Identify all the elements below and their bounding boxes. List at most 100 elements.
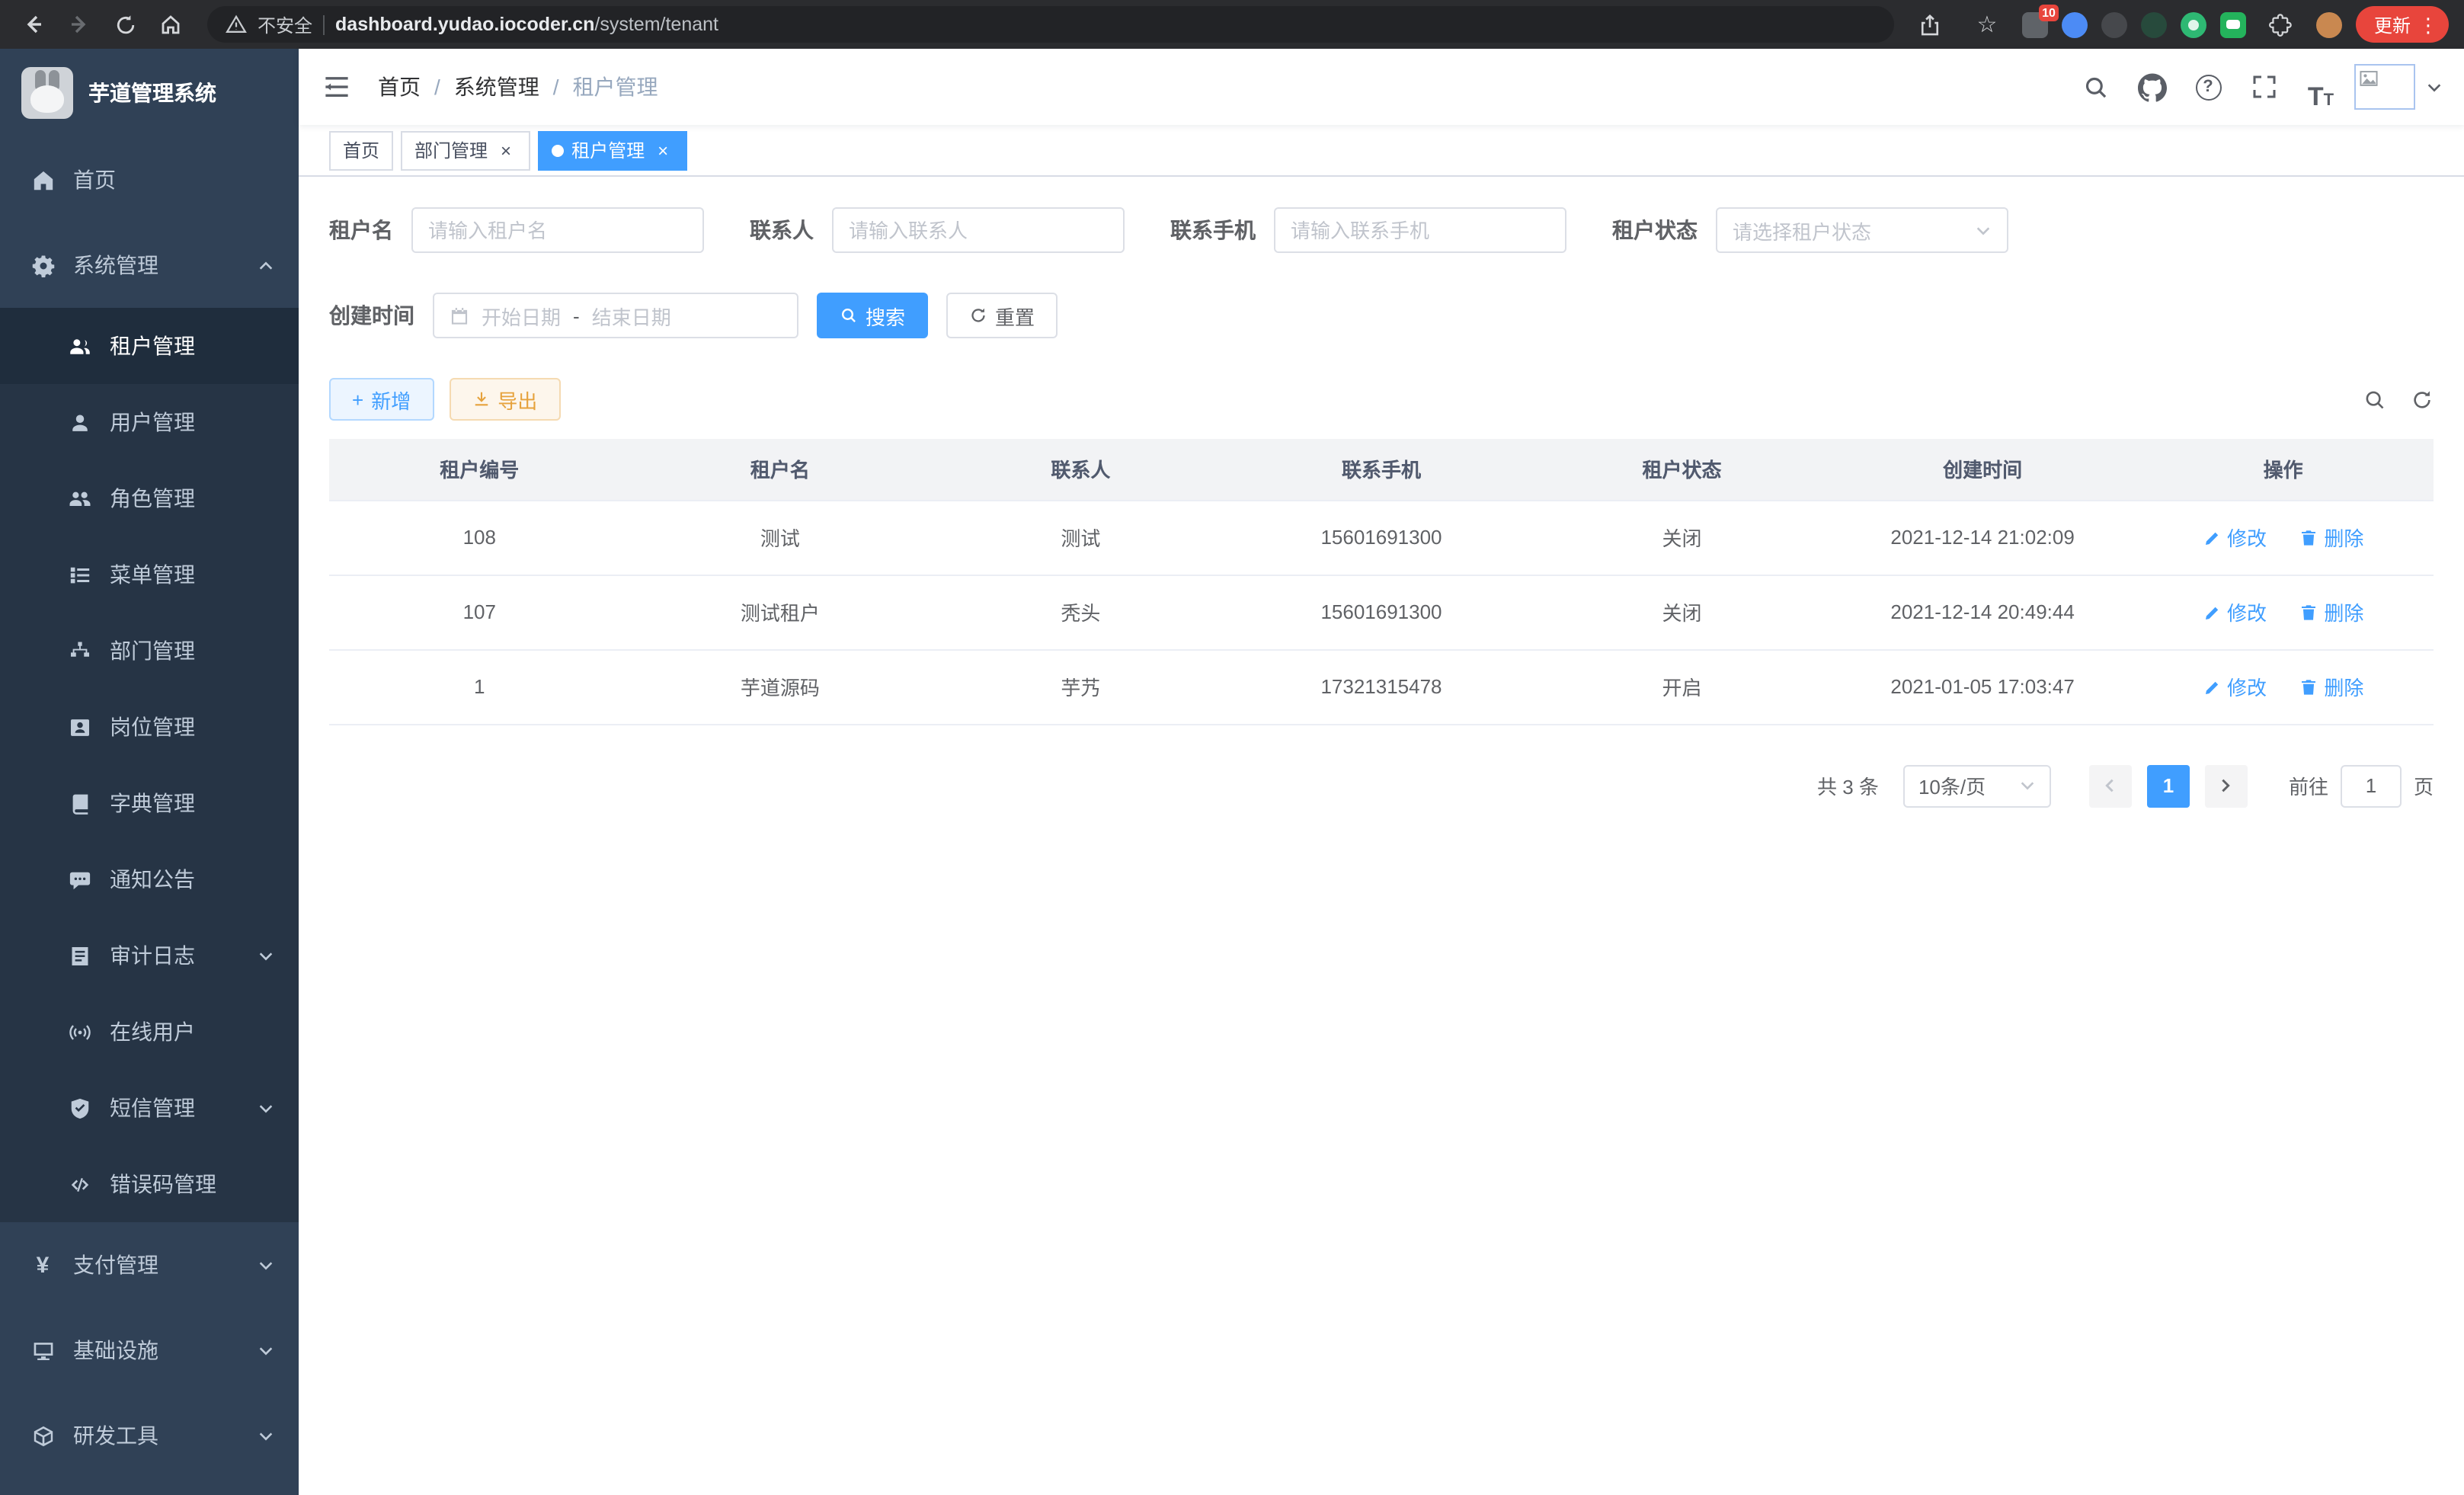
cell-name: 芋道源码: [630, 649, 931, 724]
logo[interactable]: 芋道管理系统: [0, 49, 299, 137]
sidebar-item-system[interactable]: 系统管理: [0, 222, 299, 308]
org-tree-icon: [67, 639, 91, 663]
date-range-picker[interactable]: 开始日期 - 结束日期: [433, 293, 798, 338]
tab-home[interactable]: 首页: [329, 130, 393, 170]
profile-avatar[interactable]: [2316, 11, 2342, 37]
font-size-button[interactable]: TT: [2298, 64, 2344, 110]
sidebar-item-home[interactable]: 首页: [0, 137, 299, 222]
page-number-button[interactable]: 1: [2147, 764, 2190, 807]
chevron-up-icon: [258, 257, 274, 274]
github-button[interactable]: [2129, 64, 2174, 110]
breadcrumb-system[interactable]: 系统管理: [454, 72, 539, 102]
close-icon[interactable]: ×: [495, 139, 517, 161]
sidebar-item-user[interactable]: 用户管理: [0, 384, 299, 460]
reload-button[interactable]: [104, 3, 146, 46]
close-icon[interactable]: ×: [652, 139, 674, 161]
sidebar-item-notice[interactable]: 通知公告: [0, 841, 299, 917]
toggle-search-button[interactable]: [2363, 388, 2386, 411]
filter-label: 联系手机: [1170, 215, 1256, 245]
cell-id: 108: [329, 500, 630, 575]
add-button[interactable]: + 新增: [329, 378, 434, 421]
address-bar[interactable]: 不安全 dashboard.yudao.iocoder.cn/system/te…: [207, 6, 1894, 43]
filter-row-2: 创建时间 开始日期 - 结束日期 搜索: [329, 293, 2434, 338]
page-content: 租户名 联系人 联系手机 租户状态 请选择租户状态: [299, 177, 2464, 1495]
sidebar-item-menu[interactable]: 菜单管理: [0, 536, 299, 613]
goto-page-input[interactable]: [2341, 764, 2402, 807]
goto-label: 前往: [2289, 771, 2328, 800]
sidebar-item-dict[interactable]: 字典管理: [0, 765, 299, 841]
sidebar-item-error-code[interactable]: 错误码管理: [0, 1146, 299, 1222]
avatar-caret-icon[interactable]: [2426, 78, 2443, 95]
edit-link[interactable]: 修改: [2203, 597, 2267, 626]
sidebar-toggle-button[interactable]: [299, 49, 375, 125]
contact-input[interactable]: [849, 219, 1108, 242]
table-row: 107 测试租户 秃头 15601691300 关闭 2021-12-14 20…: [329, 575, 2434, 649]
breadcrumb-home[interactable]: 首页: [378, 72, 421, 102]
delete-link[interactable]: 删除: [2299, 597, 2363, 626]
tenant-name-input[interactable]: [428, 219, 687, 242]
header-search-button[interactable]: [2072, 64, 2118, 110]
home-button[interactable]: [149, 3, 192, 46]
forward-button[interactable]: [58, 3, 101, 46]
reset-button[interactable]: 重置: [946, 293, 1058, 338]
extension-blue-icon[interactable]: [2062, 11, 2088, 37]
page-size-select[interactable]: 10条/页: [1903, 764, 2051, 807]
filter-tenant-name: 租户名: [329, 207, 704, 253]
calendar-icon: [450, 306, 469, 325]
sidebar-item-label: 部门管理: [110, 635, 195, 666]
search-button[interactable]: 搜索: [817, 293, 928, 338]
fullscreen-button[interactable]: [2242, 64, 2287, 110]
delete-link[interactable]: 删除: [2299, 523, 2363, 552]
extension-chat-icon[interactable]: [2220, 11, 2246, 37]
help-button[interactable]: ?: [2185, 64, 2231, 110]
update-button[interactable]: 更新 ⋮: [2356, 6, 2449, 43]
bookmark-star-button[interactable]: ☆: [1966, 3, 2008, 46]
navbar: 首页 / 系统管理 / 租户管理 ?: [299, 49, 2464, 125]
app-title: 芋道管理系统: [88, 78, 216, 108]
sidebar-item-devtools[interactable]: 研发工具: [0, 1393, 299, 1478]
back-button[interactable]: [12, 3, 55, 46]
export-button[interactable]: 导出: [449, 378, 560, 421]
omnibox-divider: [323, 14, 325, 34]
extension-dark-icon[interactable]: [2101, 11, 2127, 37]
status-select[interactable]: 请选择租户状态: [1716, 207, 2008, 253]
extensions-puzzle-button[interactable]: [2260, 3, 2302, 46]
sidebar-item-infra[interactable]: 基础设施: [0, 1308, 299, 1393]
sidebar-item-label: 短信管理: [110, 1093, 195, 1123]
extension-adblock-icon[interactable]: 10: [2022, 11, 2048, 37]
page-unit-label: 页: [2414, 771, 2434, 800]
tab-tenant[interactable]: 租户管理 ×: [538, 130, 687, 170]
sidebar-item-payment[interactable]: ¥ 支付管理: [0, 1222, 299, 1308]
sidebar-item-dept[interactable]: 部门管理: [0, 613, 299, 689]
sidebar-item-audit-log[interactable]: 审计日志: [0, 917, 299, 994]
delete-link[interactable]: 删除: [2299, 672, 2363, 701]
extension-darkgreen-icon[interactable]: [2141, 11, 2167, 37]
tab-dept[interactable]: 部门管理 ×: [401, 130, 530, 170]
screen: 不安全 dashboard.yudao.iocoder.cn/system/te…: [0, 0, 2464, 1495]
extension-green-icon[interactable]: [2181, 11, 2206, 37]
mobile-input[interactable]: [1291, 219, 1550, 242]
sidebar-item-online-user[interactable]: 在线用户: [0, 994, 299, 1070]
sidebar-item-post[interactable]: 岗位管理: [0, 689, 299, 765]
sidebar-item-label: 在线用户: [110, 1016, 195, 1047]
user-avatar[interactable]: [2354, 64, 2415, 110]
cell-name: 测试租户: [630, 575, 931, 649]
edit-link[interactable]: 修改: [2203, 523, 2267, 552]
share-button[interactable]: [1909, 3, 1952, 46]
prev-page-button[interactable]: [2089, 764, 2132, 807]
book-icon: [67, 791, 91, 815]
sidebar-item-sms[interactable]: 短信管理: [0, 1070, 299, 1146]
edit-link[interactable]: 修改: [2203, 672, 2267, 701]
online-signal-icon: [67, 1020, 91, 1044]
refresh-button[interactable]: [2411, 388, 2434, 411]
filter-label: 联系人: [750, 215, 814, 245]
sidebar-item-label: 系统管理: [73, 250, 158, 280]
cell-mobile: 15601691300: [1231, 500, 1532, 575]
sidebar-item-label: 岗位管理: [110, 712, 195, 742]
pagination-jumper: 前往 页: [2289, 764, 2434, 807]
column-header: 租户编号: [329, 439, 630, 500]
cell-status: 关闭: [1531, 575, 1832, 649]
next-page-button[interactable]: [2205, 764, 2248, 807]
sidebar-item-tenant[interactable]: 租户管理: [0, 308, 299, 384]
sidebar-item-role[interactable]: 角色管理: [0, 460, 299, 536]
